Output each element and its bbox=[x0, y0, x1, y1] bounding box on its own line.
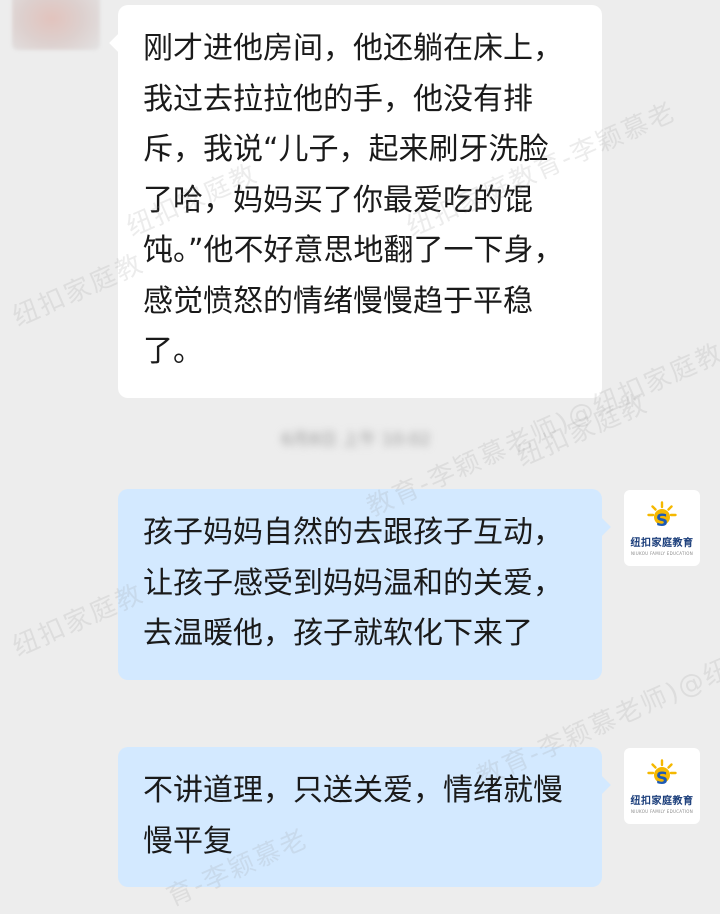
brand-subtitle: NIUKOU FAMILY EDUCATION bbox=[631, 550, 693, 556]
message-bubble-incoming[interactable]: 刚才进他房间，他还躺在床上，我过去拉拉他的手，他没有排斥，我说“儿子，起来刷牙洗… bbox=[109, 5, 602, 398]
coach-avatar[interactable]: S 纽扣家庭教育 NIUKOU FAMILY EDUCATION bbox=[624, 748, 700, 824]
message-text: 不讲道理，只送关爱，情绪就慢慢平复 bbox=[143, 773, 563, 859]
sender-avatar[interactable] bbox=[12, 0, 100, 50]
message-text: 刚才进他房间，他还躺在床上，我过去拉拉他的手，他没有排斥，我说“儿子，起来刷牙洗… bbox=[143, 31, 564, 369]
message-bubble-outgoing[interactable]: 不讲道理，只送关爱，情绪就慢慢平复 bbox=[118, 747, 611, 887]
coach-avatar[interactable]: S 纽扣家庭教育 NIUKOU FAMILY EDUCATION bbox=[624, 490, 700, 566]
bubble-tail bbox=[591, 775, 611, 795]
bubble-tail bbox=[591, 517, 611, 537]
message-text: 孩子妈妈自然的去跟孩子互动，让孩子感受到妈妈温和的关爱，去温暖他，孩子就软化下来… bbox=[143, 515, 563, 651]
sun-s-logo-icon: S bbox=[647, 758, 677, 789]
svg-text:S: S bbox=[656, 511, 668, 531]
svg-text:S: S bbox=[656, 769, 668, 789]
message-timestamp: 6月8日 上午 10:02 bbox=[281, 430, 431, 450]
bubble-tail bbox=[109, 33, 129, 53]
brand-name: 纽扣家庭教育 bbox=[630, 537, 694, 549]
brand-name: 纽扣家庭教育 bbox=[630, 795, 694, 807]
sun-s-logo-icon: S bbox=[647, 500, 677, 531]
brand-subtitle: NIUKOU FAMILY EDUCATION bbox=[631, 808, 693, 814]
chat-area: 刚才进他房间，他还躺在床上，我过去拉拉他的手，他没有排斥，我说“儿子，起来刷牙洗… bbox=[0, 0, 720, 913]
message-bubble-outgoing[interactable]: 孩子妈妈自然的去跟孩子互动，让孩子感受到妈妈温和的关爱，去温暖他，孩子就软化下来… bbox=[118, 489, 611, 680]
